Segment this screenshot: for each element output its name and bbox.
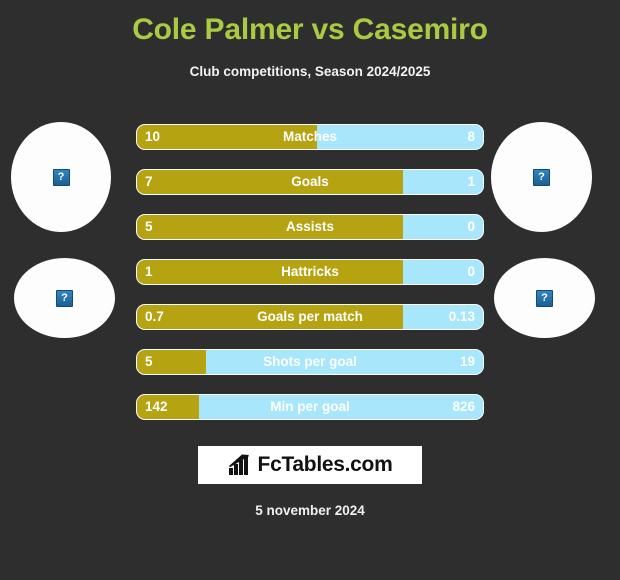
stat-bar-left-segment — [137, 350, 207, 374]
player-left-primary-photo: ? — [11, 122, 111, 232]
stat-bar — [136, 124, 484, 150]
brand-name: FcTables.com — [257, 453, 393, 476]
player-right-secondary-photo: ? — [494, 258, 595, 338]
stat-row: 7 Goals 1 — [136, 169, 484, 195]
stat-bar-right-segment — [403, 170, 483, 194]
stat-bar-right-segment — [403, 305, 483, 329]
stat-bar — [136, 169, 484, 195]
bar-chart-icon — [228, 454, 249, 475]
stat-bar-left-segment — [137, 395, 200, 419]
stat-bar-left-segment — [137, 260, 404, 284]
stat-row: 0.7 Goals per match 0.13 — [136, 304, 484, 330]
page-title: Cole Palmer vs Casemiro — [132, 13, 488, 46]
stat-bar — [136, 259, 484, 285]
stat-bar-left-segment — [137, 305, 404, 329]
stat-row: 5 Shots per goal 19 — [136, 349, 484, 375]
page-subtitle: Club competitions, Season 2024/2025 — [189, 64, 431, 79]
stat-bar-right-segment — [316, 125, 483, 149]
broken-image-icon: ? — [52, 168, 70, 186]
stat-row: 5 Assists 0 — [136, 214, 484, 240]
player-left-secondary-photo: ? — [14, 258, 115, 338]
stat-row: 1 Hattricks 0 — [136, 259, 484, 285]
stat-comparison-list: 10 Matches 8 7 Goals 1 5 Assists 0 1 Hattricks 0 0.7… — [136, 124, 484, 439]
stat-bar-left-segment — [137, 170, 404, 194]
stat-bar-right-segment — [199, 395, 483, 419]
stat-row: 10 Matches 8 — [136, 124, 484, 150]
broken-image-icon: ? — [536, 289, 553, 307]
stat-bar-right-segment — [403, 215, 483, 239]
stat-bar-left-segment — [137, 215, 404, 239]
stat-bar — [136, 349, 484, 375]
stat-bar — [136, 214, 484, 240]
stat-bar-right-segment — [403, 260, 483, 284]
stat-row: 142 Min per goal 826 — [136, 394, 484, 420]
stat-bar — [136, 394, 484, 420]
broken-image-icon: ? — [533, 168, 550, 186]
broken-image-icon: ? — [56, 289, 73, 307]
header: Cole Palmer vs Casemiro Club competition… — [0, 0, 620, 79]
footer-date: 5 november 2024 — [255, 503, 365, 518]
stat-bar-right-segment — [206, 350, 483, 374]
stat-bar-left-segment — [137, 125, 317, 149]
stat-bar — [136, 304, 484, 330]
brand-logo[interactable]: FcTables.com — [198, 446, 422, 484]
player-right-primary-photo: ? — [491, 122, 592, 232]
